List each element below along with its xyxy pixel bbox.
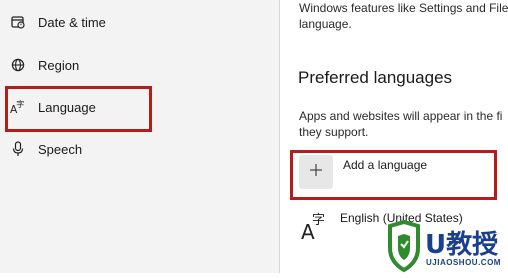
section-description-line1: Apps and websites will appear in the fi	[299, 109, 503, 123]
sidebar-item-date-time[interactable]: Date & time	[0, 4, 280, 40]
highlight-box-add-language	[290, 150, 497, 200]
watermark-brand: U教授	[425, 230, 499, 260]
svg-text:字: 字	[312, 213, 325, 228]
language-icon: A 字	[300, 210, 330, 244]
sidebar-item-region[interactable]: Region	[0, 47, 280, 83]
intro-text-line1: Windows features like Settings and File	[299, 1, 508, 15]
globe-icon	[10, 57, 26, 73]
section-description-line2: they support.	[299, 125, 369, 139]
ujiaoshou-watermark: U教授 UJIAOSHOU.COM	[388, 214, 508, 273]
sidebar-item-label: Date & time	[38, 14, 106, 30]
intro-text-line2: language.	[299, 17, 352, 31]
section-title: Preferred languages	[298, 68, 453, 87]
calendar-clock-icon	[10, 14, 26, 30]
sidebar-item-label: Speech	[38, 141, 83, 157]
sidebar-item-speech[interactable]: Speech	[0, 131, 280, 167]
settings-sidebar: Date & time Region A 字 Language Speech	[0, 0, 280, 273]
highlight-box-language	[5, 86, 152, 132]
watermark-url: UJIAOSHOU.COM	[426, 258, 501, 267]
microphone-icon	[10, 141, 26, 157]
sidebar-item-label: Region	[38, 57, 80, 73]
